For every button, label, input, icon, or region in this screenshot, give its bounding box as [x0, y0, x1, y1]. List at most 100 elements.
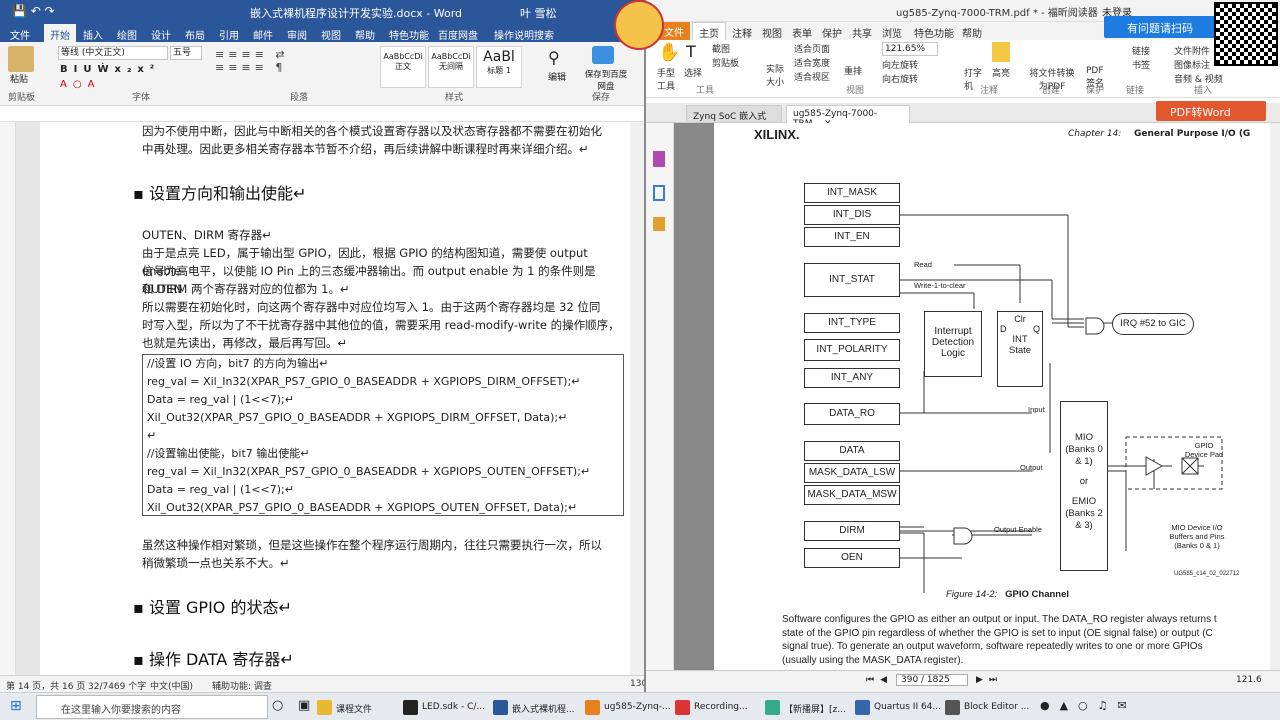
foxit-ribbon: ✋ 手型工具 T 选择 截图 剪贴板 工具 实际大小 适合页面 适合宽度 适合视…	[646, 40, 1280, 98]
taskbar-item[interactable]: Block Editor ...	[942, 697, 1033, 719]
actual-size-btn[interactable]: 实际大小	[766, 62, 788, 88]
user-name[interactable]: 叶 雪松	[520, 5, 557, 21]
word-document-page[interactable]: 因为不使用中断，因此与中断相关的各个模式设置寄存器以及状态寄存器都不需要在初始化…	[40, 122, 640, 675]
word-count[interactable]: 32/7469 个字	[88, 679, 146, 692]
hand-tool-label[interactable]: 手型工具	[654, 66, 678, 92]
tab-draw[interactable]: 绘图	[117, 27, 137, 42]
bookmark-panel-icon[interactable]	[653, 151, 665, 167]
tab-mailings[interactable]: 邮件	[253, 27, 273, 42]
paste-icon[interactable]	[8, 46, 34, 72]
bookmark-btn[interactable]: 书签	[1132, 58, 1150, 71]
int-state-flop: Clr DQ INT State	[997, 311, 1043, 387]
highlight-btn[interactable]: 高亮	[992, 66, 1010, 79]
vertical-ruler[interactable]	[0, 122, 16, 675]
highlight-icon[interactable]	[992, 42, 1010, 62]
font-format-buttons[interactable]: BIUẀx₂x²	[60, 64, 160, 75]
tab-home[interactable]: 开始	[44, 24, 76, 42]
page-nav-buttons[interactable]: ⏮◀	[866, 675, 893, 685]
select-label[interactable]: 选择	[684, 66, 702, 79]
page-count[interactable]: 第 14 页，共 16 页	[6, 679, 85, 692]
tools-group: 工具	[696, 86, 715, 96]
start-icon[interactable]: ⊞	[10, 698, 22, 714]
accessibility[interactable]: 辅助功能: 调查	[212, 679, 272, 692]
fit-page-btn[interactable]: 适合页面	[794, 42, 830, 55]
taskbar-item[interactable]: ug585-Zynq-...	[582, 697, 675, 719]
tab-help[interactable]: 帮助	[962, 25, 982, 40]
tab-design[interactable]: 设计	[151, 27, 171, 42]
doc-tab-ug585[interactable]: ug585-Zynq-7000-TRM... ✕	[786, 105, 910, 129]
hand-icon[interactable]: ✋	[658, 42, 680, 63]
tab-form[interactable]: 表单	[792, 25, 812, 40]
tab-file[interactable]: 文件	[10, 27, 30, 42]
word-scrollbar[interactable]	[630, 122, 644, 675]
paragraph-buttons[interactable]: ≡≡≡≡ ⇄ ≡≡≡≡ ¶	[215, 48, 365, 84]
pages-panel-icon[interactable]	[653, 185, 665, 201]
tab-insert[interactable]: 插入	[83, 27, 103, 42]
taskbar-item[interactable]: 课程文件	[314, 697, 376, 719]
pdf-viewport[interactable]: XILINX. Chapter 14: General Purpose I/O …	[674, 123, 1270, 670]
pad-label: GPIO Device Pad	[1184, 441, 1224, 459]
tell-me-search[interactable]: 操作说明搜索	[494, 27, 554, 42]
pdf-line: signal true). To generate an output wave…	[782, 641, 1203, 652]
multitask-icon[interactable]: ▣	[298, 698, 310, 713]
save-baidu-label[interactable]: 保存到百度网盘	[584, 68, 628, 92]
comments-panel-icon[interactable]	[653, 217, 665, 231]
tab-home[interactable]: 主页	[692, 22, 726, 40]
link-btn[interactable]: 链接	[1132, 44, 1150, 57]
font-size-select[interactable]: 五号	[170, 46, 202, 60]
tab-review[interactable]: 审阅	[287, 27, 307, 42]
tab-view[interactable]: 视图	[321, 27, 341, 42]
doc-tab-zynq[interactable]: Zynq SoC 嵌入式设计...	[686, 105, 782, 135]
fit-visible-btn[interactable]: 适合视区	[794, 70, 830, 83]
edit-label[interactable]: 编辑	[548, 70, 566, 83]
tab-view[interactable]: 视图	[762, 25, 782, 40]
taskbar-search-input[interactable]: 在这里输入你要搜索的内容	[36, 695, 268, 719]
tab-references[interactable]: 引用	[219, 27, 239, 42]
image-note-btn[interactable]: 图像标注	[1174, 58, 1210, 71]
tab-help[interactable]: 帮助	[355, 27, 375, 42]
select-icon[interactable]: T	[686, 42, 696, 61]
screenshot-btn[interactable]: 截图	[712, 42, 730, 55]
foxit-zoom-status[interactable]: 121.6	[1236, 675, 1262, 685]
code-block[interactable]: //设置 IO 方向，bit7 的方向为输出↵ reg_val = Xil_In…	[142, 354, 624, 516]
tab-browse[interactable]: 浏览	[882, 25, 902, 40]
font-color-buttons[interactable]: A○A	[60, 79, 100, 90]
attach-btn[interactable]: 文件附件	[1174, 44, 1210, 57]
baidu-cloud-icon[interactable]	[592, 46, 614, 64]
page-nav-forward[interactable]: ▶⏭	[976, 675, 1003, 685]
pdf-scrollbar[interactable]	[1270, 123, 1280, 670]
tab-features[interactable]: 特色功能	[914, 25, 954, 40]
taskbar-item[interactable]: Quartus II 64...	[852, 697, 945, 719]
zoom-select[interactable]: 121.65%	[882, 42, 938, 56]
page-number-input[interactable]: 390 / 1825	[896, 674, 968, 686]
font-name-select[interactable]: 等线 (中文正文)	[58, 46, 168, 60]
language[interactable]: 中文(中国)	[150, 679, 193, 692]
horizontal-ruler[interactable]	[0, 106, 644, 122]
clipboard-btn[interactable]: 剪贴板	[712, 56, 739, 69]
save-icon[interactable]: 💾 ↶ ↷	[12, 4, 55, 18]
pdf-to-word-button[interactable]: PDF转Word	[1156, 101, 1266, 121]
tab-features[interactable]: 特色功能	[389, 27, 429, 42]
reflow-btn[interactable]: 重排	[844, 64, 862, 77]
tab-comment[interactable]: 注释	[732, 25, 752, 40]
taskbar-item[interactable]: LED.sdk - C/...	[400, 697, 489, 719]
taskbar-item-label: 嵌入式裸机程...	[512, 705, 575, 715]
fit-width-btn[interactable]: 适合宽度	[794, 56, 830, 69]
tray-icons[interactable]: ●▲○♫✉	[1040, 699, 1137, 712]
taskbar-item[interactable]: 嵌入式裸机程...	[490, 697, 579, 719]
rotate-right-btn[interactable]: 向右旋转	[882, 72, 918, 85]
task-view-icon[interactable]: ○	[272, 698, 283, 713]
rotate-left-btn[interactable]: 向左旋转	[882, 58, 918, 71]
taskbar-item[interactable]: 【新播屏】[z...	[762, 697, 850, 719]
scan-qr-banner[interactable]: 有问题请扫码	[1104, 16, 1216, 38]
taskbar-item[interactable]: Recording...	[672, 697, 752, 719]
tab-baidu[interactable]: 百度网盘	[438, 27, 478, 42]
input-label: Input	[1028, 405, 1045, 414]
tab-protect[interactable]: 保护	[822, 25, 842, 40]
style-heading1[interactable]: AaBl 标题 1	[476, 46, 522, 88]
style-nospacing[interactable]: AaBbCcDi 无间隔	[428, 46, 474, 88]
search-icon[interactable]: ⚲	[548, 48, 560, 67]
tab-share[interactable]: 共享	[852, 25, 872, 40]
style-normal[interactable]: AaBbCcDi 正文	[380, 46, 426, 88]
tab-layout[interactable]: 布局	[185, 27, 205, 42]
